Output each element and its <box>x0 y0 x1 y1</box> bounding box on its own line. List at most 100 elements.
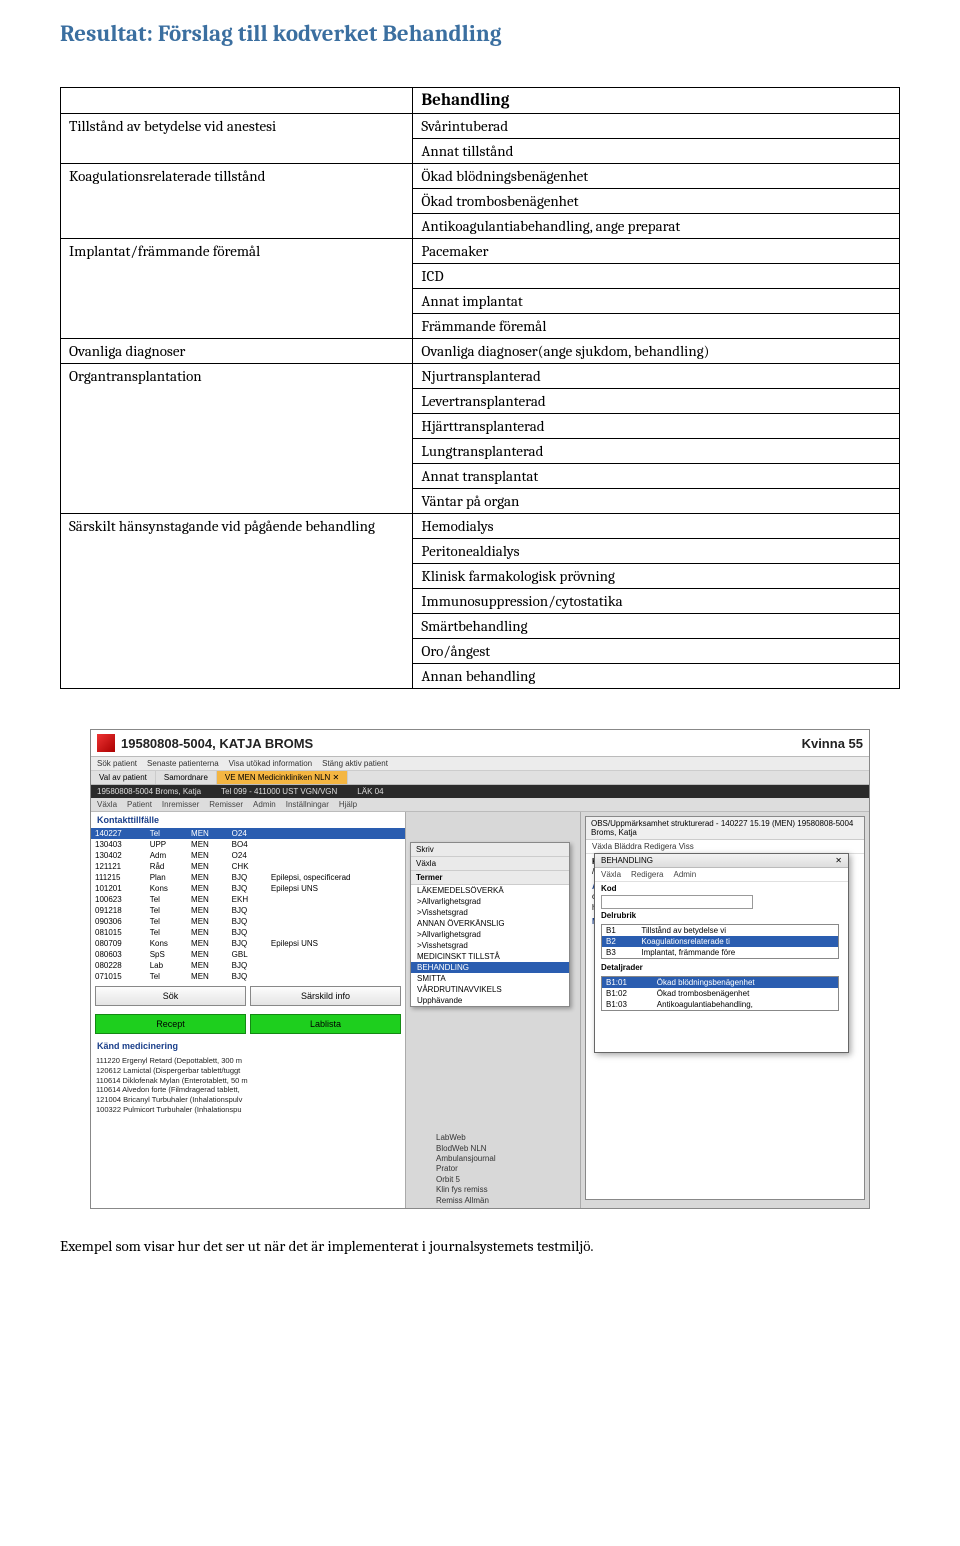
menu-item[interactable]: Admin <box>253 800 276 809</box>
value-cell: Annan behandling <box>413 664 900 689</box>
list-item[interactable]: Upphävande <box>411 995 569 1006</box>
sok-button[interactable]: Sök <box>95 986 246 1006</box>
list-item[interactable]: >Allvarlighetsgrad <box>411 896 569 907</box>
app-logo-icon <box>97 734 115 752</box>
menu-item[interactable]: Växla <box>97 800 117 809</box>
menu-item[interactable]: Redigera <box>631 870 663 879</box>
list-item[interactable]: Remiss Allmän <box>436 1196 496 1206</box>
table-row[interactable]: 080603SpSMENGBL <box>91 949 405 960</box>
table-row[interactable]: 140227TelMENO24 <box>91 828 405 839</box>
menu-item[interactable]: Växla <box>601 870 621 879</box>
detaljrader-label: Detaljrader <box>595 961 848 974</box>
table-row[interactable]: 091218TelMENBJQ <box>91 905 405 916</box>
page-title: Resultat: Förslag till kodverket Behandl… <box>60 20 900 47</box>
toolbar-visa[interactable]: Visa utökad information <box>229 759 312 768</box>
list-item[interactable]: 110614 Diklofenak Mylan (Enterotablett, … <box>96 1076 400 1086</box>
obs-sub-toolbar[interactable]: Växla Bläddra Redigera Viss <box>586 840 864 854</box>
list-item[interactable]: 111220 Ergenyl Retard (Depottablett, 300… <box>96 1056 400 1066</box>
lablista-button[interactable]: Lablista <box>250 1014 401 1034</box>
table-row[interactable]: 071015TelMENBJQ <box>91 971 405 982</box>
value-cell: Lungtransplanterad <box>413 439 900 464</box>
table-row[interactable]: B2Koagulationsrelaterade ti <box>602 936 839 947</box>
list-item[interactable]: LabWeb <box>436 1133 496 1143</box>
list-item[interactable]: Ambulansjournal <box>436 1154 496 1164</box>
toolbar-stang[interactable]: Stäng aktiv patient <box>322 759 388 768</box>
recept-button[interactable]: Recept <box>95 1014 246 1034</box>
popup-beh-title: BEHANDLING <box>601 856 653 865</box>
list-item[interactable]: >Visshetsgrad <box>411 907 569 918</box>
list-item[interactable]: 110614 Alvedon forte (Filmdragerad table… <box>96 1085 400 1095</box>
delrubrik-table[interactable]: B1Tillstånd av betydelse viB2Koagulation… <box>601 924 839 959</box>
toolbar-senaste[interactable]: Senaste patienterna <box>147 759 219 768</box>
kod-input[interactable] <box>601 895 753 909</box>
table-row[interactable]: 090306TelMENBJQ <box>91 916 405 927</box>
value-cell: Ökad blödningsbenägenhet <box>413 164 900 189</box>
list-item[interactable]: 100322 Pulmicort Turbuhaler (Inhalations… <box>96 1105 400 1115</box>
table-row[interactable]: 080709KonsMENBJQEpilepsi UNS <box>91 938 405 949</box>
list-item[interactable]: SMITTA <box>411 973 569 984</box>
list-item[interactable]: 120612 Lamictal (Dispergerbar tablett/tu… <box>96 1066 400 1076</box>
menu-item[interactable]: Admin <box>673 870 696 879</box>
popup-vaxla[interactable]: Växla <box>411 857 569 871</box>
list-item[interactable]: VÅRDRUTINAVVIKELS <box>411 984 569 995</box>
menu-item[interactable]: Hjälp <box>339 800 357 809</box>
table-row[interactable]: B1:02Ökad trombosbenägenhet <box>602 988 839 999</box>
tab-val[interactable]: Val av patient <box>91 771 156 784</box>
list-item[interactable]: 121004 Bricanyl Turbuhaler (Inhalationsp… <box>96 1095 400 1105</box>
encounter-table[interactable]: 140227TelMENO24130403UPPMENBO4130402AdmM… <box>91 828 405 982</box>
table-row[interactable]: B1:03Antikoagulantiabehandling, <box>602 999 839 1011</box>
value-cell: ICD <box>413 264 900 289</box>
behandling-table: Behandling Tillstånd av betydelse vid an… <box>60 87 900 689</box>
table-row[interactable]: 101201KonsMENBJQEpilepsi UNS <box>91 883 405 894</box>
list-item-selected[interactable]: BEHANDLING <box>411 962 569 973</box>
menu-item[interactable]: Inställningar <box>286 800 329 809</box>
tab-samordnare[interactable]: Samordnare <box>156 771 217 784</box>
table-row[interactable]: 130402AdmMENO24 <box>91 850 405 861</box>
app-toolbar: Sök patient Senaste patienterna Visa utö… <box>91 757 869 771</box>
list-item[interactable]: >Allvarlighetsgrad <box>411 929 569 940</box>
table-row[interactable]: B1:01Ökad blödningsbenägenhet <box>602 977 839 989</box>
sarskild-info-button[interactable]: Särskild info <box>250 986 401 1006</box>
medicinering-heading: Känd medicinering <box>91 1038 405 1054</box>
value-cell: Smärtbehandling <box>413 614 900 639</box>
table-row[interactable]: 111215PlanMENBJQEpilepsi, ospecificerad <box>91 872 405 883</box>
group-label-cell: Organtransplantation <box>61 364 413 514</box>
tab-active[interactable]: VE MEN Medicinkliniken NLN ✕ <box>217 771 348 784</box>
list-item[interactable]: Orbit 5 <box>436 1175 496 1185</box>
menu-item[interactable]: Patient <box>127 800 152 809</box>
table-row[interactable]: B3Implantat, främmande före <box>602 947 839 959</box>
delrubrik-label: Delrubrik <box>595 909 848 922</box>
external-systems-list: LabWebBlodWeb NLNAmbulansjournalPratorOr… <box>436 1133 496 1206</box>
medication-list[interactable]: 111220 Ergenyl Retard (Depottablett, 300… <box>91 1054 405 1117</box>
menu-item[interactable]: Inremisser <box>162 800 199 809</box>
list-item[interactable]: Klin fys remiss <box>436 1185 496 1195</box>
table-row[interactable]: 081015TelMENBJQ <box>91 927 405 938</box>
popup-skriv[interactable]: Skriv <box>411 843 569 857</box>
right-panel: OBS/Uppmärksamhet strukturerad - 140227 … <box>581 812 869 1209</box>
list-item[interactable]: ANNAN ÖVERKÄNSLIG <box>411 918 569 929</box>
list-item[interactable]: BlodWeb NLN <box>436 1144 496 1154</box>
patient-info: Kvinna 55 <box>802 736 863 751</box>
list-item[interactable]: >Visshetsgrad <box>411 940 569 951</box>
menu-item[interactable]: Remisser <box>209 800 243 809</box>
kod-label: Kod <box>595 882 848 895</box>
list-item[interactable]: Prator <box>436 1164 496 1174</box>
termer-list[interactable]: LÄKEMEDELSÖVERKÄ>Allvarlighetsgrad>Vissh… <box>411 885 569 1006</box>
table-row[interactable]: 130403UPPMENBO4 <box>91 839 405 850</box>
table-row[interactable]: 121121RådMENCHK <box>91 861 405 872</box>
patient-id: 19580808-5004, KATJA BROMS <box>121 736 313 751</box>
ehr-application: 19580808-5004, KATJA BROMS Kvinna 55 Sök… <box>90 729 870 1209</box>
table-row[interactable]: 100623TelMENEKH <box>91 894 405 905</box>
list-item[interactable]: LÄKEMEDELSÖVERKÄ <box>411 885 569 896</box>
table-row[interactable]: 080228LabMENBJQ <box>91 960 405 971</box>
toolbar-sok[interactable]: Sök patient <box>97 759 137 768</box>
detaljrader-table[interactable]: B1:01Ökad blödningsbenägenhetB1:02Ökad t… <box>601 976 839 1011</box>
value-cell: Annat transplantat <box>413 464 900 489</box>
list-item[interactable]: MEDICINSKT TILLSTÅ <box>411 951 569 962</box>
table-row[interactable]: B1Tillstånd av betydelse vi <box>602 925 839 937</box>
value-cell: Annat implantat <box>413 289 900 314</box>
value-cell: Ökad trombosbenägenhet <box>413 189 900 214</box>
ctx-lak: LÄK 04 <box>357 787 383 796</box>
kontakt-heading: Kontakttillfälle <box>91 812 405 828</box>
close-icon[interactable]: ✕ <box>835 856 842 865</box>
